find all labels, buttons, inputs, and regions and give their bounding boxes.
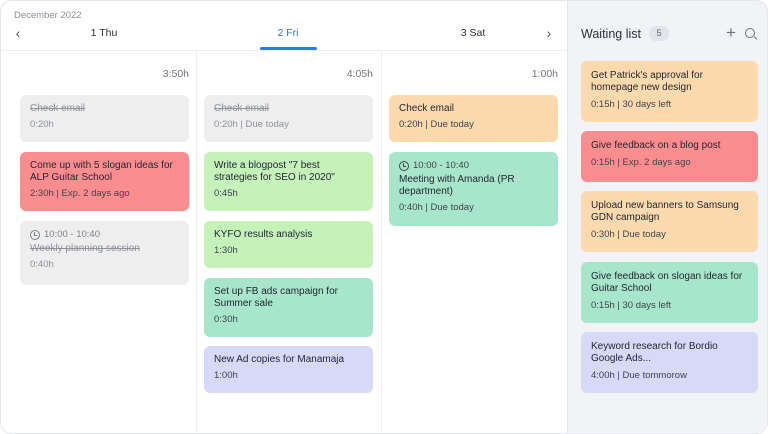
task-title: Weekly planning session <box>30 243 140 254</box>
task-title: Check email <box>30 103 86 114</box>
task-meta: 0:20h | Due today <box>399 119 474 130</box>
task-meta: 4:00h | Due tommorow <box>591 370 687 381</box>
task-title: Upload new banners to Samsung GDN campai… <box>591 200 739 223</box>
task-card[interactable]: Come up with 5 slogan ideas for ALP Guit… <box>20 152 189 211</box>
task-meta: 0:15h | 30 days left <box>591 99 672 110</box>
month-label: December 2022 <box>14 10 82 21</box>
header-divider <box>1 50 567 51</box>
task-card[interactable]: Check email 0:20h | Due today <box>389 95 558 142</box>
task-title: Check email <box>214 103 270 114</box>
plus-icon[interactable]: + <box>723 24 739 41</box>
waiting-list-item[interactable]: Give feedback on a blog post 0:15h | Exp… <box>581 131 758 182</box>
waiting-list-title: Waiting list <box>581 27 641 41</box>
tab-day-fri[interactable]: 2 Fri <box>248 27 328 39</box>
task-time: 10:00 - 10:40 <box>399 160 548 171</box>
task-card[interactable]: 10:00 - 10:40 Weekly planning session 0:… <box>20 221 189 285</box>
task-title: Meeting with Amanda (PR department) <box>399 174 515 197</box>
day-total-sat: 1:00h <box>531 68 558 80</box>
waiting-list-item[interactable]: Keyword research for Bordio Google Ads..… <box>581 332 758 393</box>
waiting-list-count: 5 <box>649 26 669 41</box>
task-meta: 0:40h | Due today <box>399 202 474 213</box>
search-icon[interactable] <box>744 27 758 41</box>
task-title: Check email <box>399 103 455 114</box>
task-title: Get Patrick's approval for homepage new … <box>591 70 703 93</box>
chevron-right-icon[interactable]: › <box>541 25 557 41</box>
task-card[interactable]: Write a blogpost "7 best strategies for … <box>204 152 373 211</box>
task-title: New Ad copies for Manamaja <box>214 354 345 365</box>
task-meta: 0:30h <box>214 314 238 325</box>
task-meta: 1:30h <box>214 245 238 256</box>
task-card[interactable]: Check email 0:20h <box>20 95 189 142</box>
tab-day-sat[interactable]: 3 Sat <box>433 27 513 39</box>
task-time: 10:00 - 10:40 <box>30 229 179 240</box>
task-meta: 0:15h | 30 days left <box>591 300 672 311</box>
day-total-thu: 3:50h <box>162 68 189 80</box>
waiting-list-item[interactable]: Upload new banners to Samsung GDN campai… <box>581 191 758 252</box>
waiting-list-item[interactable]: Give feedback on slogan ideas for Guitar… <box>581 262 758 323</box>
task-title: Write a blogpost "7 best strategies for … <box>214 160 335 183</box>
task-meta: 0:30h | Due today <box>591 229 666 240</box>
clock-icon <box>399 160 409 171</box>
task-meta: 1:00h <box>214 370 238 381</box>
waiting-list-item[interactable]: Get Patrick's approval for homepage new … <box>581 61 758 122</box>
task-time-label: 10:00 - 10:40 <box>413 160 469 171</box>
task-card[interactable]: 10:00 - 10:40 Meeting with Amanda (PR de… <box>389 152 558 226</box>
task-title: Come up with 5 slogan ideas for ALP Guit… <box>30 160 173 183</box>
tab-day-thu[interactable]: 1 Thu <box>64 27 144 39</box>
column-divider <box>381 51 382 433</box>
clock-icon <box>30 229 40 240</box>
task-meta: 0:40h <box>30 259 54 270</box>
task-time-label: 10:00 - 10:40 <box>44 229 100 240</box>
task-card[interactable]: New Ad copies for Manamaja 1:00h <box>204 346 373 393</box>
waiting-list-panel: Waiting list 5 + Get Patrick's approval … <box>567 1 767 433</box>
task-card[interactable]: Set up FB ads campaign for Summer sale 0… <box>204 278 373 337</box>
task-meta: 0:15h | Exp. 2 days ago <box>591 157 691 168</box>
task-meta: 2:30h | Exp. 2 days ago <box>30 188 130 199</box>
task-card[interactable]: KYFO results analysis 1:30h <box>204 221 373 268</box>
task-title: Keyword research for Bordio Google Ads..… <box>591 341 718 364</box>
task-title: Give feedback on slogan ideas for Guitar… <box>591 271 743 294</box>
task-title: KYFO results analysis <box>214 229 313 240</box>
task-title: Set up FB ads campaign for Summer sale <box>214 286 338 309</box>
chevron-left-icon[interactable]: ‹ <box>10 25 26 41</box>
task-title: Give feedback on a blog post <box>591 140 721 151</box>
task-meta: 0:20h | Due today <box>214 119 289 130</box>
task-card[interactable]: Check email 0:20h | Due today <box>204 95 373 142</box>
calendar-app: December 2022 ‹ › 1 Thu 2 Fri 3 Sat 3:50… <box>0 0 768 434</box>
day-total-fri: 4:05h <box>346 68 373 80</box>
task-meta: 0:45h <box>214 188 238 199</box>
task-meta: 0:20h <box>30 119 54 130</box>
column-divider <box>196 51 197 433</box>
